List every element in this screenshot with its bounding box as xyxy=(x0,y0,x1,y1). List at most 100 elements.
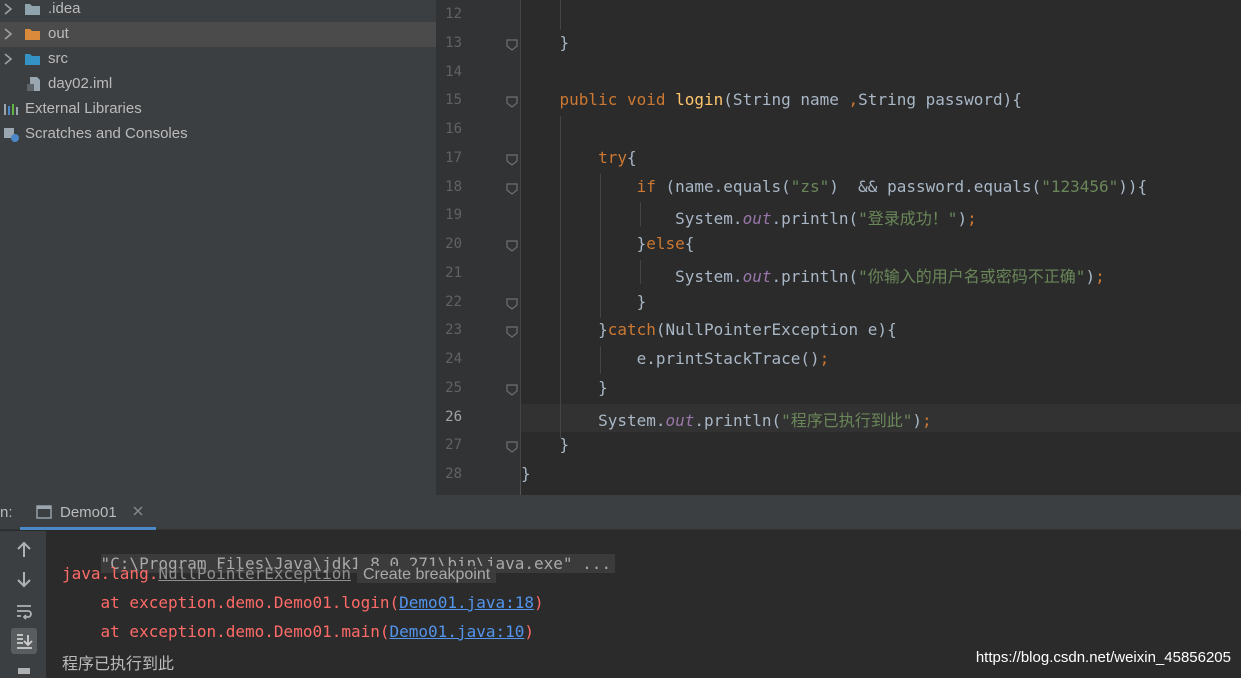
folder-icon xyxy=(25,29,40,40)
code-token: System. xyxy=(521,410,666,430)
code-token: try xyxy=(521,147,627,167)
tree-item-label: Scratches and Consoles xyxy=(25,125,188,142)
stack-frame-suffix: ) xyxy=(524,622,535,641)
line-number: 14 xyxy=(445,63,462,80)
console-exception-line: java.lang.NullPointerException Create bre… xyxy=(62,564,497,584)
fold-marker-icon[interactable] xyxy=(505,324,519,339)
create-breakpoint-link[interactable]: Create breakpoint xyxy=(356,566,497,583)
code-token: .println( xyxy=(771,266,859,286)
run-toolbar xyxy=(0,531,46,678)
tree-item-src[interactable]: src xyxy=(0,47,436,72)
fold-marker-icon[interactable] xyxy=(505,439,519,454)
code-token: } xyxy=(521,32,570,52)
scroll-to-end-icon xyxy=(17,634,33,649)
code-line: System.out.println("你输入的用户名或密码不正确"); xyxy=(521,263,1105,287)
code-line: } xyxy=(521,32,570,52)
code-token: public void xyxy=(521,90,676,110)
code-token: ) xyxy=(957,209,968,229)
exception-prefix: java.lang. xyxy=(62,564,159,583)
code-line: } xyxy=(521,378,608,397)
up-stack-button[interactable] xyxy=(11,537,37,563)
code-token: "你输入的用户名或密码不正确" xyxy=(858,266,1086,286)
tree-item-idea[interactable]: .idea xyxy=(0,0,436,22)
code-line: public void login(String name ,String pa… xyxy=(521,90,1022,109)
soft-wrap-button[interactable] xyxy=(11,598,37,624)
scroll-to-end-button[interactable] xyxy=(11,628,37,654)
libraries-icon xyxy=(4,104,18,115)
code-token: ) xyxy=(912,410,923,430)
active-tab-indicator xyxy=(20,527,156,530)
print-button[interactable] xyxy=(11,660,37,678)
code-token: "登录成功！" xyxy=(858,209,958,229)
code-token: } xyxy=(521,234,647,253)
code-token: out xyxy=(742,266,772,286)
code-token: ; xyxy=(1095,266,1105,286)
code-token: System. xyxy=(521,209,743,229)
tree-item-external-libraries[interactable]: External Libraries xyxy=(0,97,436,122)
line-number: 12 xyxy=(445,6,462,22)
code-token: out xyxy=(742,209,772,229)
stack-frame-text: at exception.demo.Demo01.login( xyxy=(62,593,400,612)
code-token: ; xyxy=(819,349,830,368)
arrow-down-icon xyxy=(17,572,31,588)
code-line: } xyxy=(521,435,570,455)
line-number: 26 xyxy=(445,408,462,425)
code-token: } xyxy=(521,464,531,483)
code-token: (name.equals( xyxy=(665,176,791,196)
code-token: System. xyxy=(521,266,743,286)
code-token: .println( xyxy=(694,410,782,430)
code-token: , xyxy=(848,90,859,110)
fold-marker-icon[interactable] xyxy=(505,37,519,51)
code-line: }else{ xyxy=(521,234,695,253)
stack-frame-suffix: ) xyxy=(534,593,544,612)
code-token: else xyxy=(646,234,685,253)
project-tree: .idea out src day02.iml External Librari… xyxy=(0,0,436,495)
run-tab-label: Demo01 xyxy=(60,504,117,521)
code-token: (String name xyxy=(723,90,849,110)
code-token: String password){ xyxy=(858,90,1022,110)
line-number: 19 xyxy=(445,207,462,224)
down-stack-button[interactable] xyxy=(11,566,37,592)
code-token: } xyxy=(521,435,570,455)
code-line: } xyxy=(521,464,531,483)
code-token: (NullPointerException e){ xyxy=(655,320,897,340)
code-token: } xyxy=(521,320,608,340)
code-token: .println( xyxy=(771,209,859,229)
fold-marker-icon[interactable] xyxy=(505,181,519,195)
code-token: "zs" xyxy=(790,176,830,196)
fold-marker-icon[interactable] xyxy=(505,94,519,109)
chevron-right-icon[interactable] xyxy=(3,52,13,66)
fold-marker-icon[interactable] xyxy=(505,152,519,166)
code-line: System.out.println("程序已执行到此"); xyxy=(521,407,932,431)
chevron-right-icon[interactable] xyxy=(3,27,13,41)
chevron-right-icon[interactable] xyxy=(3,2,13,16)
folder-icon xyxy=(25,4,40,15)
code-line: System.out.println("登录成功！"); xyxy=(521,205,977,229)
code-token: catch xyxy=(607,320,656,340)
line-number: 23 xyxy=(445,322,462,339)
watermark: https://blog.csdn.net/weixin_45856205 xyxy=(975,649,1231,666)
tree-item-day02-iml[interactable]: day02.iml xyxy=(0,72,436,97)
run-header: n: Demo01 xyxy=(0,495,1241,530)
soft-wrap-icon xyxy=(17,605,32,620)
tree-item-scratches[interactable]: Scratches and Consoles xyxy=(0,122,436,147)
print-icon xyxy=(18,668,30,674)
code-editor[interactable]: } public void login(String name ,String … xyxy=(436,0,1241,495)
line-number: 15 xyxy=(445,92,462,109)
code-token: ; xyxy=(922,410,932,430)
code-token: "123456" xyxy=(1041,176,1119,196)
tree-item-out[interactable]: out xyxy=(0,22,436,47)
tree-item-label: src xyxy=(48,50,68,67)
source-link[interactable]: Demo01.java:18 xyxy=(399,593,534,612)
run-tab-demo01[interactable]: Demo01 xyxy=(20,495,156,530)
console-output-line: 程序已执行到此 xyxy=(62,654,175,673)
close-icon[interactable] xyxy=(132,505,144,517)
fold-marker-icon[interactable] xyxy=(505,382,519,396)
fold-marker-icon[interactable] xyxy=(505,296,519,310)
source-link[interactable]: Demo01.java:10 xyxy=(390,622,525,641)
code-token: login xyxy=(675,90,724,110)
fold-marker-icon[interactable] xyxy=(505,238,519,252)
exception-class-link[interactable]: NullPointerException xyxy=(158,564,351,583)
tree-item-label: .idea xyxy=(48,0,81,17)
code-token: e.printStackTrace() xyxy=(521,349,820,368)
